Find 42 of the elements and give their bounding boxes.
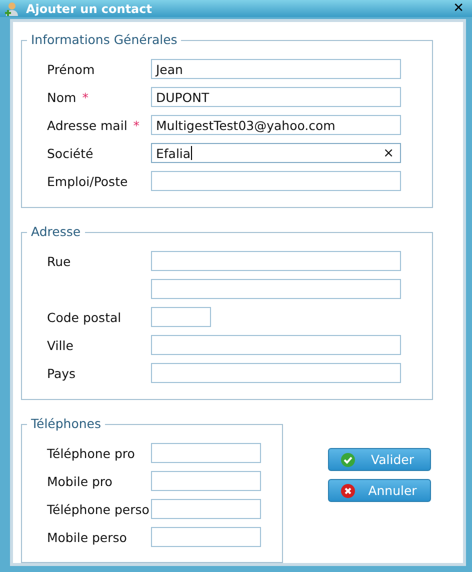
field-label: Ville bbox=[47, 338, 74, 352]
input-field[interactable] bbox=[151, 363, 401, 383]
required-mark: * bbox=[82, 90, 88, 104]
group-title: Téléphones bbox=[27, 416, 105, 431]
field-label: Emploi/Poste bbox=[47, 174, 128, 188]
input-field[interactable]: Efalia × bbox=[151, 143, 401, 163]
group-title: Adresse bbox=[27, 224, 85, 239]
window-title: Ajouter un contact bbox=[26, 2, 154, 16]
field-label: Prénom bbox=[47, 62, 95, 76]
field-label: Rue bbox=[47, 254, 71, 268]
check-icon bbox=[341, 452, 355, 466]
field-label: Mobile perso bbox=[47, 530, 127, 544]
group-title: Informations Générales bbox=[27, 32, 182, 47]
field-label: Pays bbox=[47, 366, 76, 380]
clear-button[interactable]: × bbox=[383, 146, 394, 160]
input-field[interactable] bbox=[151, 471, 261, 491]
input-field[interactable] bbox=[151, 499, 261, 519]
input-field[interactable] bbox=[151, 527, 261, 547]
field-label: Téléphone pro bbox=[47, 446, 135, 460]
input-field[interactable] bbox=[151, 171, 401, 191]
input-field[interactable] bbox=[151, 279, 401, 299]
cancel-icon bbox=[341, 484, 355, 498]
field-value: Efalia bbox=[156, 146, 191, 160]
field-label: Code postal bbox=[47, 310, 122, 324]
close-button[interactable]: ✕ bbox=[453, 1, 464, 16]
field-value: DUPONT bbox=[156, 90, 210, 104]
field-label: Téléphone perso bbox=[47, 502, 150, 516]
field-label: Nom bbox=[47, 90, 76, 104]
input-field[interactable] bbox=[151, 307, 211, 327]
required-mark: * bbox=[133, 118, 140, 132]
input-field[interactable] bbox=[151, 251, 401, 271]
field-value: Jean bbox=[156, 62, 183, 76]
input-field[interactable]: MultigestTest03@yahoo.com bbox=[151, 115, 401, 135]
field-value: MultigestTest03@yahoo.com bbox=[156, 118, 336, 132]
field-label: Société bbox=[47, 146, 94, 160]
field-label: Mobile pro bbox=[47, 474, 112, 488]
input-field[interactable] bbox=[151, 443, 261, 463]
input-field[interactable]: Jean bbox=[151, 59, 401, 79]
field-label: Adresse mail bbox=[47, 118, 128, 132]
input-field[interactable]: DUPONT bbox=[151, 87, 401, 107]
input-field[interactable] bbox=[151, 335, 401, 355]
person-add-icon bbox=[4, 0, 20, 16]
